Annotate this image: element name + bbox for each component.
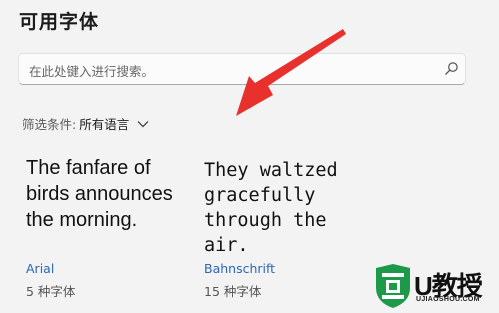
font-name[interactable]: Arial bbox=[26, 261, 54, 276]
font-count: 15 种字体 bbox=[204, 284, 262, 299]
filter-value[interactable]: 所有语言 bbox=[79, 114, 129, 133]
filter-label: 筛选条件: bbox=[22, 117, 77, 132]
watermark-url: UJIAOSHOU.COM bbox=[416, 296, 480, 303]
font-card-arial[interactable]: The fanfare of birds announces the morni… bbox=[26, 155, 186, 299]
language-filter-dropdown[interactable]: 筛选条件: 所有语言 bbox=[22, 114, 149, 133]
chevron-down-icon[interactable] bbox=[137, 120, 149, 128]
search-icon[interactable] bbox=[444, 61, 459, 76]
watermark-logo: U教授 UJIAOSHOU.COM bbox=[374, 264, 496, 310]
font-preview-text: The fanfare of birds announces the morni… bbox=[26, 157, 173, 231]
search-box[interactable]: 在此处键入进行搜索。 bbox=[18, 53, 466, 85]
font-card-bahnschrift[interactable]: They waltzed gracefully through the air.… bbox=[204, 155, 374, 299]
font-preview-text: They waltzed gracefully through the air. bbox=[204, 160, 338, 256]
search-input[interactable]: 在此处键入进行搜索。 bbox=[29, 61, 154, 80]
font-name[interactable]: Bahnschrift bbox=[204, 261, 275, 276]
shield-logo-icon bbox=[376, 264, 410, 308]
page-title: 可用字体 bbox=[19, 11, 100, 33]
font-count: 5 种字体 bbox=[26, 284, 76, 299]
